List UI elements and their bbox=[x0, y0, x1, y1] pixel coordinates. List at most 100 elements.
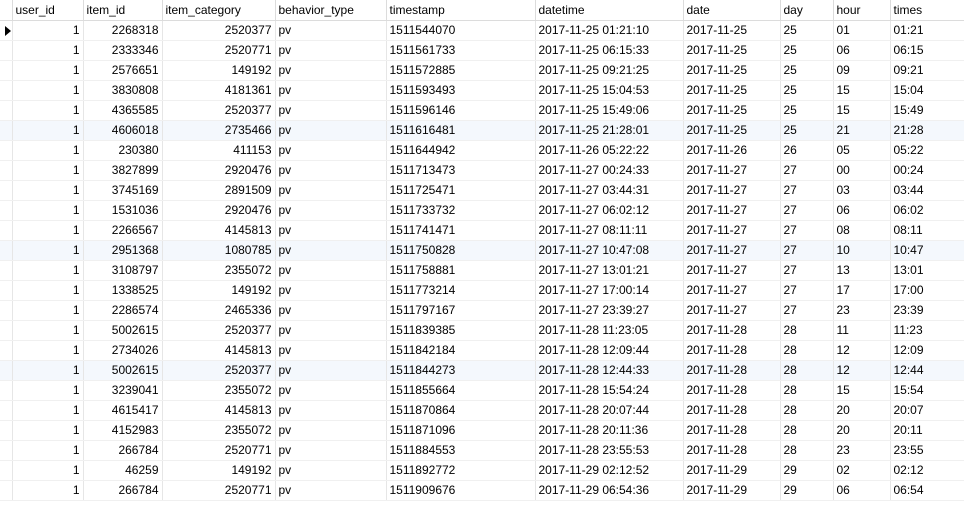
cell-timestamp[interactable]: 1511593493 bbox=[386, 80, 536, 101]
cell-hour[interactable]: 00 bbox=[833, 160, 891, 181]
cell-user-id[interactable]: 1 bbox=[12, 240, 84, 261]
cell-date[interactable]: 2017-11-25 bbox=[683, 80, 781, 101]
cell-behavior-type[interactable]: pv bbox=[275, 300, 387, 321]
cell-user-id[interactable]: 1 bbox=[12, 320, 84, 341]
cell-times[interactable]: 10:47 bbox=[890, 240, 964, 261]
cell-user-id[interactable]: 1 bbox=[12, 200, 84, 221]
cell-datetime[interactable]: 2017-11-28 20:07:44 bbox=[535, 400, 684, 421]
column-header-user-id[interactable]: user_id bbox=[12, 0, 84, 21]
cell-date[interactable]: 2017-11-26 bbox=[683, 140, 781, 161]
cell-behavior-type[interactable]: pv bbox=[275, 420, 387, 441]
cell-day[interactable]: 28 bbox=[780, 420, 834, 441]
cell-item-category[interactable]: 149192 bbox=[162, 60, 276, 81]
cell-item-category[interactable]: 2355072 bbox=[162, 420, 276, 441]
cell-behavior-type[interactable]: pv bbox=[275, 340, 387, 361]
cell-datetime[interactable]: 2017-11-25 21:28:01 bbox=[535, 120, 684, 141]
cell-day[interactable]: 28 bbox=[780, 440, 834, 461]
cell-behavior-type[interactable]: pv bbox=[275, 20, 387, 41]
row-selector[interactable] bbox=[0, 420, 13, 441]
cell-times[interactable]: 17:00 bbox=[890, 280, 964, 301]
cell-item-id[interactable]: 3239041 bbox=[83, 380, 163, 401]
cell-day[interactable]: 25 bbox=[780, 20, 834, 41]
table-row[interactable]: 1 3239041 2355072 pv 1511855664 2017-11-28 15… bbox=[0, 380, 964, 401]
cell-hour[interactable]: 06 bbox=[833, 480, 891, 501]
cell-user-id[interactable]: 1 bbox=[12, 420, 84, 441]
cell-times[interactable]: 20:11 bbox=[890, 420, 964, 441]
cell-datetime[interactable]: 2017-11-25 09:21:25 bbox=[535, 60, 684, 81]
cell-times[interactable]: 15:54 bbox=[890, 380, 964, 401]
cell-user-id[interactable]: 1 bbox=[12, 20, 84, 41]
cell-datetime[interactable]: 2017-11-27 03:44:31 bbox=[535, 180, 684, 201]
cell-item-id[interactable]: 1531036 bbox=[83, 200, 163, 221]
table-row[interactable]: 1 4606018 2735466 pv 1511616481 2017-11-25 21… bbox=[0, 120, 964, 141]
cell-timestamp[interactable]: 1511713473 bbox=[386, 160, 536, 181]
cell-behavior-type[interactable]: pv bbox=[275, 480, 387, 501]
cell-item-category[interactable]: 2891509 bbox=[162, 180, 276, 201]
column-header-hour[interactable]: hour bbox=[833, 0, 891, 21]
row-selector[interactable] bbox=[0, 100, 13, 121]
result-grid[interactable]: user_id item_id item_category behavior_t… bbox=[0, 0, 964, 508]
cell-item-id[interactable]: 5002615 bbox=[83, 360, 163, 381]
column-header-behavior-type[interactable]: behavior_type bbox=[275, 0, 387, 21]
cell-day[interactable]: 27 bbox=[780, 260, 834, 281]
cell-timestamp[interactable]: 1511616481 bbox=[386, 120, 536, 141]
cell-datetime[interactable]: 2017-11-28 23:55:53 bbox=[535, 440, 684, 461]
cell-times[interactable]: 21:28 bbox=[890, 120, 964, 141]
cell-user-id[interactable]: 1 bbox=[12, 220, 84, 241]
cell-behavior-type[interactable]: pv bbox=[275, 280, 387, 301]
cell-user-id[interactable]: 1 bbox=[12, 440, 84, 461]
cell-item-id[interactable]: 3745169 bbox=[83, 180, 163, 201]
row-selector[interactable] bbox=[0, 300, 13, 321]
cell-times[interactable]: 01:21 bbox=[890, 20, 964, 41]
cell-user-id[interactable]: 1 bbox=[12, 300, 84, 321]
cell-item-category[interactable]: 2520377 bbox=[162, 360, 276, 381]
row-selector[interactable] bbox=[0, 460, 13, 481]
cell-date[interactable]: 2017-11-27 bbox=[683, 260, 781, 281]
cell-times[interactable]: 13:01 bbox=[890, 260, 964, 281]
cell-hour[interactable]: 02 bbox=[833, 460, 891, 481]
cell-date[interactable]: 2017-11-25 bbox=[683, 100, 781, 121]
cell-user-id[interactable]: 1 bbox=[12, 460, 84, 481]
cell-hour[interactable]: 23 bbox=[833, 440, 891, 461]
cell-item-id[interactable]: 46259 bbox=[83, 460, 163, 481]
cell-item-id[interactable]: 230380 bbox=[83, 140, 163, 161]
cell-timestamp[interactable]: 1511871096 bbox=[386, 420, 536, 441]
cell-times[interactable]: 03:44 bbox=[890, 180, 964, 201]
table-row[interactable]: 1 5002615 2520377 pv 1511844273 2017-11-28 12… bbox=[0, 360, 964, 381]
cell-day[interactable]: 25 bbox=[780, 120, 834, 141]
row-selector[interactable] bbox=[0, 340, 13, 361]
table-row[interactable]: 1 2333346 2520771 pv 1511561733 2017-11-25 06… bbox=[0, 40, 964, 61]
cell-day[interactable]: 28 bbox=[780, 340, 834, 361]
cell-day[interactable]: 29 bbox=[780, 480, 834, 501]
cell-item-id[interactable]: 3830808 bbox=[83, 80, 163, 101]
cell-day[interactable]: 27 bbox=[780, 200, 834, 221]
cell-behavior-type[interactable]: pv bbox=[275, 380, 387, 401]
column-header-datetime[interactable]: datetime bbox=[535, 0, 684, 21]
cell-user-id[interactable]: 1 bbox=[12, 80, 84, 101]
cell-item-id[interactable]: 2333346 bbox=[83, 40, 163, 61]
cell-item-category[interactable]: 2520771 bbox=[162, 440, 276, 461]
cell-hour[interactable]: 20 bbox=[833, 400, 891, 421]
cell-times[interactable]: 00:24 bbox=[890, 160, 964, 181]
cell-datetime[interactable]: 2017-11-28 11:23:05 bbox=[535, 320, 684, 341]
cell-item-category[interactable]: 149192 bbox=[162, 460, 276, 481]
cell-date[interactable]: 2017-11-28 bbox=[683, 440, 781, 461]
cell-behavior-type[interactable]: pv bbox=[275, 80, 387, 101]
table-row[interactable]: 1 4365585 2520377 pv 1511596146 2017-11-25 15… bbox=[0, 100, 964, 121]
cell-datetime[interactable]: 2017-11-27 17:00:14 bbox=[535, 280, 684, 301]
cell-hour[interactable]: 08 bbox=[833, 220, 891, 241]
cell-day[interactable]: 27 bbox=[780, 280, 834, 301]
row-selector[interactable] bbox=[0, 160, 13, 181]
cell-datetime[interactable]: 2017-11-28 15:54:24 bbox=[535, 380, 684, 401]
cell-times[interactable]: 23:39 bbox=[890, 300, 964, 321]
cell-timestamp[interactable]: 1511884553 bbox=[386, 440, 536, 461]
cell-date[interactable]: 2017-11-25 bbox=[683, 40, 781, 61]
row-selector[interactable] bbox=[0, 180, 13, 201]
cell-behavior-type[interactable]: pv bbox=[275, 240, 387, 261]
column-header-timestamp[interactable]: timestamp bbox=[386, 0, 536, 21]
cell-timestamp[interactable]: 1511572885 bbox=[386, 60, 536, 81]
cell-item-id[interactable]: 2266567 bbox=[83, 220, 163, 241]
cell-day[interactable]: 25 bbox=[780, 60, 834, 81]
row-selector[interactable] bbox=[0, 480, 13, 501]
cell-timestamp[interactable]: 1511870864 bbox=[386, 400, 536, 421]
